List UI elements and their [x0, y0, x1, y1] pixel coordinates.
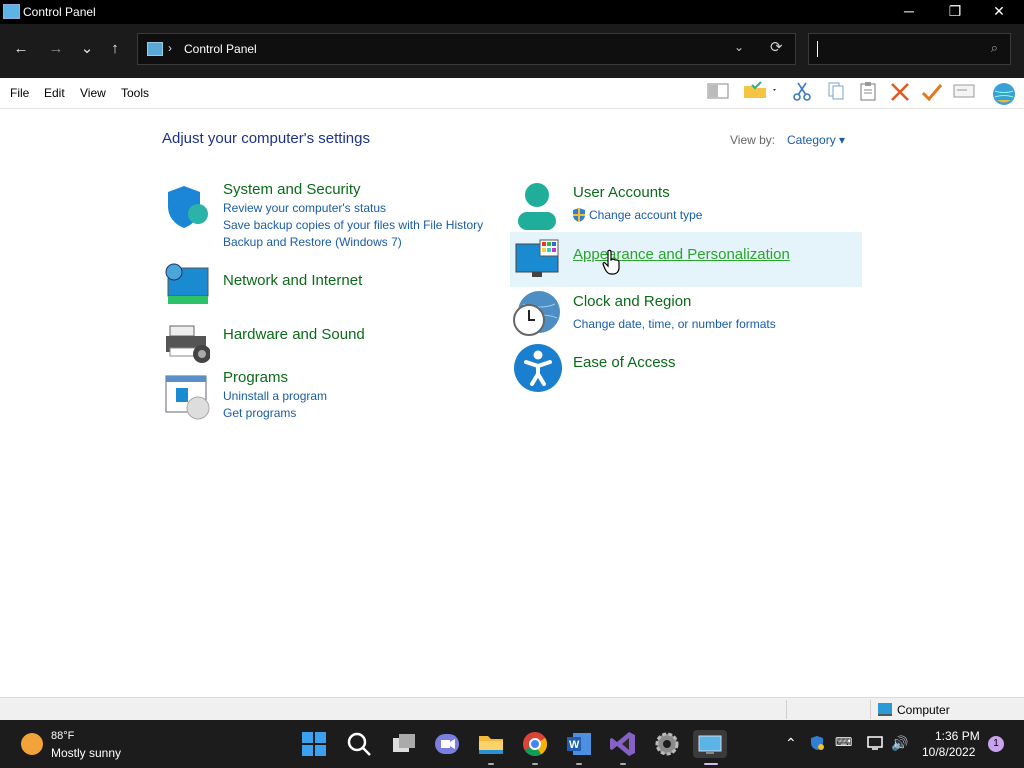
running-indicator	[532, 763, 538, 765]
search-icon[interactable]	[345, 730, 373, 758]
link-change-account-type[interactable]: Change account type	[589, 208, 702, 222]
category-hardware-and-sound[interactable]: Hardware and Sound	[223, 326, 365, 343]
view-by-dropdown[interactable]: Category ▾	[787, 133, 845, 147]
link-backup-restore[interactable]: Backup and Restore (Windows 7)	[223, 235, 402, 249]
page-title: Adjust your computer's settings	[162, 130, 370, 147]
back-button[interactable]: ←	[9, 37, 33, 61]
network-icon[interactable]	[164, 262, 210, 308]
programs-icon[interactable]	[164, 374, 210, 420]
breadcrumb-control-panel[interactable]: Control Panel	[184, 42, 257, 56]
globe-icon[interactable]	[990, 81, 1018, 105]
status-divider	[786, 700, 787, 719]
weather-temperature[interactable]: 88°F	[51, 730, 74, 742]
category-programs[interactable]: Programs	[223, 369, 288, 386]
up-button[interactable]: ↑	[103, 37, 127, 61]
word-icon[interactable]: W	[565, 730, 593, 758]
volume-icon[interactable]: 🔊	[891, 735, 908, 752]
restore-button[interactable]: ❐	[932, 0, 978, 24]
start-icon[interactable]	[300, 730, 328, 758]
running-indicator	[488, 763, 494, 765]
title-bar: Control Panel ─ ❐ ✕	[0, 0, 1024, 24]
shield-icon[interactable]	[164, 184, 210, 230]
notification-badge[interactable]: 1	[988, 736, 1004, 752]
refresh-icon[interactable]: ⟳	[770, 38, 783, 56]
address-bar[interactable]: › Control Panel ⌄ ⟳	[137, 33, 796, 65]
category-network-and-internet[interactable]: Network and Internet	[223, 272, 362, 289]
paste-icon[interactable]	[856, 81, 880, 105]
copy-icon[interactable]	[824, 81, 848, 105]
clock-globe-icon[interactable]	[513, 290, 560, 336]
keyboard-icon[interactable]: ⌨	[835, 735, 852, 749]
category-user-accounts[interactable]: User Accounts	[573, 184, 670, 201]
status-divider	[870, 700, 871, 719]
weather-description[interactable]: Mostly sunny	[51, 746, 121, 760]
menu-tools[interactable]: Tools	[121, 86, 149, 100]
menu-view[interactable]: View	[80, 86, 106, 100]
forward-button[interactable]: →	[44, 37, 68, 61]
file-explorer-icon[interactable]	[477, 730, 505, 758]
link-uninstall-program[interactable]: Uninstall a program	[223, 389, 327, 403]
window-title: Control Panel	[23, 5, 96, 19]
taskbar: 88°F Mostly sunny W ⌃ ⌨ 🔊 1:36 PM 10/8/2…	[0, 720, 1024, 768]
category-clock-and-region[interactable]: Clock and Region	[573, 293, 691, 310]
cut-icon[interactable]	[790, 81, 814, 105]
recent-locations-button[interactable]: ⌄	[75, 37, 99, 61]
control-panel-taskbar-icon[interactable]	[693, 730, 727, 758]
address-dropdown-icon[interactable]: ⌄	[734, 40, 744, 54]
search-input[interactable]: ⌕	[808, 33, 1011, 65]
printer-icon[interactable]	[164, 322, 211, 368]
category-system-and-security[interactable]: System and Security	[223, 181, 361, 198]
text-caret	[817, 41, 818, 57]
weather-sun-icon[interactable]	[21, 733, 43, 755]
running-indicator	[576, 763, 582, 765]
breadcrumb-chevron-icon[interactable]: ›	[168, 41, 172, 55]
user-accounts-icon[interactable]	[514, 182, 560, 230]
running-indicator	[620, 763, 626, 765]
control-panel-icon	[147, 42, 163, 56]
status-bar: Computer	[0, 697, 1024, 721]
menu-edit[interactable]: Edit	[44, 86, 65, 100]
teams-chat-icon[interactable]	[433, 730, 461, 758]
properties-check-icon[interactable]	[920, 81, 944, 105]
preview-pane-icon[interactable]	[706, 81, 730, 105]
menu-bar: File Edit View Tools	[0, 78, 1024, 109]
ease-of-access-icon[interactable]	[514, 344, 562, 392]
close-button[interactable]: ✕	[976, 0, 1022, 24]
clock-time[interactable]: 1:36 PM	[935, 729, 980, 743]
search-icon[interactable]: ⌕	[991, 40, 998, 56]
computer-icon	[878, 703, 892, 716]
delete-icon[interactable]	[888, 81, 912, 105]
status-location: Computer	[897, 703, 950, 717]
appearance-icon[interactable]	[514, 238, 560, 284]
clock-date[interactable]: 10/8/2022	[922, 745, 975, 759]
view-by-label: View by:	[730, 133, 776, 147]
navigation-bar: ← → ⌄ ↑ › Control Panel ⌄ ⟳ ⌕	[0, 24, 1024, 78]
minimize-button[interactable]: ─	[886, 0, 932, 24]
settings-gear-icon[interactable]	[653, 730, 681, 758]
menu-file[interactable]: File	[10, 86, 29, 100]
visual-studio-icon[interactable]	[609, 730, 637, 758]
folder-options-icon[interactable]	[742, 81, 778, 105]
link-file-history[interactable]: Save backup copies of your files with Fi…	[223, 218, 483, 232]
control-panel-icon	[3, 4, 20, 19]
category-ease-of-access[interactable]: Ease of Access	[573, 354, 676, 371]
link-change-date-time-formats[interactable]: Change date, time, or number formats	[573, 317, 776, 331]
hand-cursor-icon	[602, 249, 622, 275]
chrome-icon[interactable]	[521, 730, 549, 758]
network-monitor-icon[interactable]	[867, 735, 885, 751]
active-indicator	[704, 763, 718, 765]
link-review-status[interactable]: Review your computer's status	[223, 201, 386, 215]
svg-text:W: W	[569, 739, 580, 751]
rename-icon[interactable]	[952, 81, 976, 105]
uac-shield-icon	[572, 208, 586, 222]
task-view-icon[interactable]	[390, 730, 418, 758]
chevron-up-icon[interactable]: ⌃	[785, 735, 797, 752]
security-shield-icon[interactable]	[809, 735, 825, 751]
link-get-programs[interactable]: Get programs	[223, 406, 296, 420]
